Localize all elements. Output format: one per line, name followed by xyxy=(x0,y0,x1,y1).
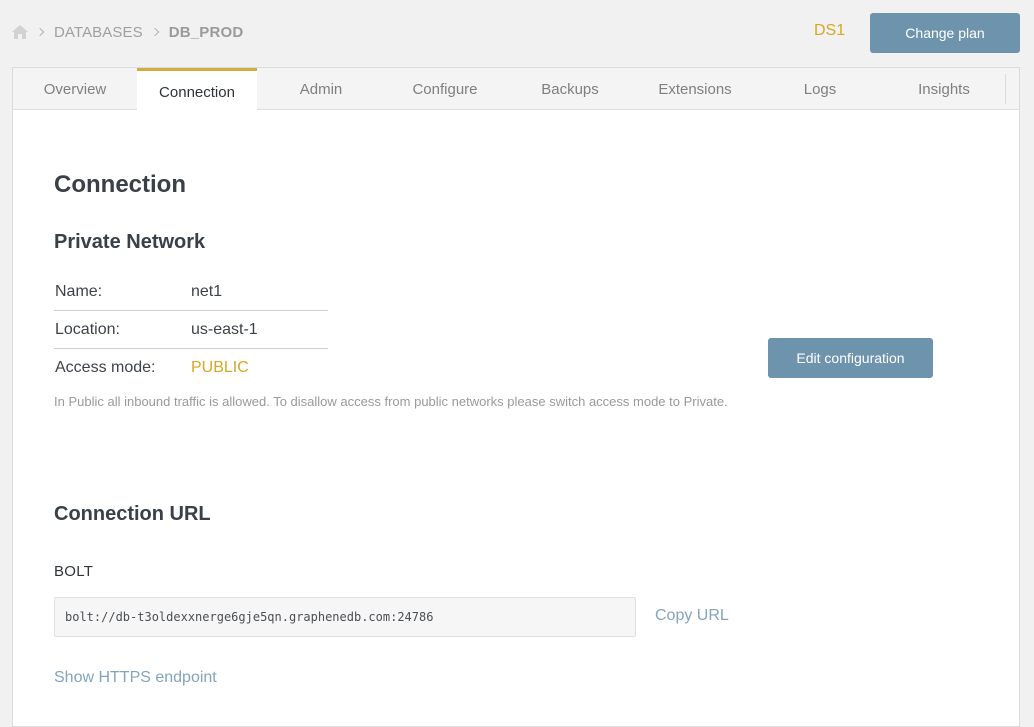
bolt-label: BOLT xyxy=(54,563,94,580)
access-mode-row: Access mode: PUBLIC xyxy=(54,349,328,387)
tab-backups[interactable]: Backups xyxy=(508,68,632,110)
network-name-value: net1 xyxy=(191,282,223,300)
home-icon[interactable] xyxy=(12,25,28,39)
chevron-right-icon xyxy=(35,27,45,37)
network-location-row: Location: us-east-1 xyxy=(54,311,328,349)
network-location-value: us-east-1 xyxy=(191,320,258,338)
tab-insights[interactable]: Insights xyxy=(882,68,1006,110)
tab-extensions[interactable]: Extensions xyxy=(632,68,758,110)
copy-url-link[interactable]: Copy URL xyxy=(655,607,729,625)
plan-badge: DS1 xyxy=(814,22,846,39)
page-title: Connection xyxy=(54,171,186,198)
breadcrumb-databases[interactable]: DATABASES xyxy=(54,24,143,41)
access-mode-note: In Public all inbound traffic is allowed… xyxy=(54,394,728,409)
tab-connection[interactable]: Connection xyxy=(137,68,257,111)
row-label: Access mode: xyxy=(55,359,156,376)
chevron-right-icon xyxy=(150,27,159,37)
database-panel: Overview Connection Admin Configure Back… xyxy=(12,67,1020,727)
tab-bar: Overview Connection Admin Configure Back… xyxy=(13,68,1019,111)
top-bar: DATABASES DB_PROD DS1 Change plan xyxy=(0,0,1034,67)
network-name-row: Name: net1 xyxy=(54,273,328,311)
private-network-heading: Private Network xyxy=(54,231,206,253)
bolt-url-field[interactable]: bolt://db-t3oldexxnerge6gje5qn.graphened… xyxy=(54,597,636,637)
breadcrumb: DATABASES DB_PROD xyxy=(12,23,243,41)
tab-admin[interactable]: Admin xyxy=(259,68,383,110)
show-https-endpoint-link[interactable]: Show HTTPS endpoint xyxy=(54,669,217,687)
tab-logs[interactable]: Logs xyxy=(758,68,882,110)
access-mode-value: PUBLIC xyxy=(191,359,249,376)
tab-configure[interactable]: Configure xyxy=(383,68,507,110)
tab-overview[interactable]: Overview xyxy=(13,68,137,110)
row-label: Name: xyxy=(55,282,103,300)
edit-configuration-button[interactable]: Edit configuration xyxy=(768,338,933,378)
row-label: Location: xyxy=(55,320,120,338)
change-plan-button[interactable]: Change plan xyxy=(870,13,1020,53)
connection-url-heading: Connection URL xyxy=(54,503,211,525)
bolt-url-text: bolt://db-t3oldexxnerge6gje5qn.graphened… xyxy=(65,610,434,624)
network-info-table: Name: net1 Location: us-east-1 Access mo… xyxy=(54,273,328,387)
breadcrumb-current-db: DB_PROD xyxy=(168,23,244,41)
tab-divider xyxy=(1005,74,1006,104)
